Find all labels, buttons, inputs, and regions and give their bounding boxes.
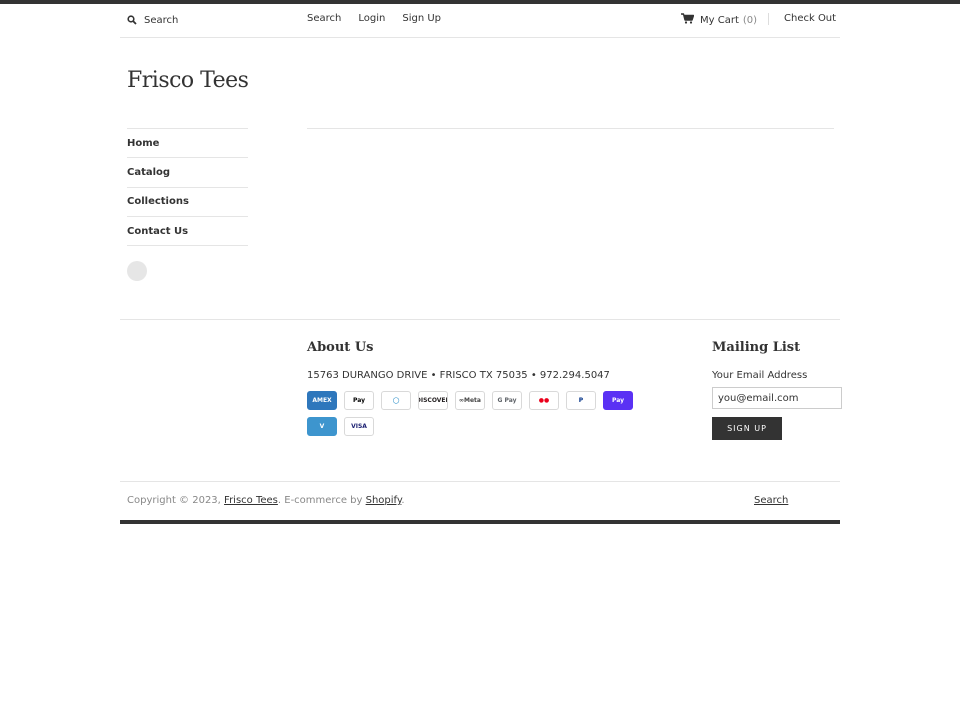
email-label: Your Email Address bbox=[712, 370, 808, 381]
google-pay-icon: G Pay bbox=[492, 391, 522, 410]
login-link[interactable]: Login bbox=[358, 13, 385, 24]
payment-methods: AMEX Pay ◯ DISCOVER ∞Meta G Pay ●● P Pay V VISA bbox=[307, 391, 637, 436]
sidebar-link-collections[interactable]: Collections bbox=[127, 196, 189, 207]
search-icon[interactable] bbox=[127, 15, 137, 25]
header-nav: Search Login Sign Up bbox=[307, 13, 458, 24]
copyright: Copyright © 2023, Frisco Tees. E-commerc… bbox=[127, 495, 405, 506]
visa-icon: VISA bbox=[344, 417, 374, 436]
mailing-list-title: Mailing List bbox=[712, 340, 801, 355]
cart-icon bbox=[681, 13, 695, 27]
checkout-link[interactable]: Check Out bbox=[784, 13, 836, 24]
copyright-store-link[interactable]: Frisco Tees bbox=[224, 495, 278, 506]
shop-pay-icon: Pay bbox=[603, 391, 633, 410]
sidebar-item-catalog: Catalog bbox=[127, 158, 248, 188]
shopify-link[interactable]: Shopify bbox=[366, 495, 402, 506]
sidebar-nav: Home Catalog Collections Contact Us bbox=[127, 128, 248, 247]
diners-club-icon: ◯ bbox=[381, 391, 411, 410]
cart-label: My Cart bbox=[700, 14, 739, 26]
search-input[interactable] bbox=[144, 14, 274, 26]
sidebar-link-catalog[interactable]: Catalog bbox=[127, 167, 170, 178]
email-field[interactable] bbox=[712, 387, 842, 409]
bottom-border-bar bbox=[120, 520, 840, 524]
sidebar-item-contact-us: Contact Us bbox=[127, 217, 248, 247]
venmo-icon: V bbox=[307, 417, 337, 436]
bottom-divider bbox=[120, 481, 840, 482]
amex-icon: AMEX bbox=[307, 391, 337, 410]
sidebar-link-contact-us[interactable]: Contact Us bbox=[127, 226, 188, 237]
store-logo[interactable]: Frisco Tees bbox=[127, 68, 249, 93]
cart-count: (0) bbox=[742, 14, 758, 26]
apple-pay-icon: Pay bbox=[344, 391, 374, 410]
copyright-prefix: Copyright © 2023, bbox=[127, 495, 221, 506]
footer-divider bbox=[120, 319, 840, 320]
content-divider bbox=[307, 128, 834, 129]
meta-pay-icon: ∞Meta bbox=[455, 391, 485, 410]
about-us-title: About Us bbox=[307, 340, 374, 355]
sidebar-link-home[interactable]: Home bbox=[127, 138, 159, 149]
page-wrapper: Search Login Sign Up My Cart (0) Check O… bbox=[120, 4, 842, 524]
signup-link[interactable]: Sign Up bbox=[402, 13, 441, 24]
discover-icon: DISCOVER bbox=[418, 391, 448, 410]
header-divider bbox=[768, 13, 769, 25]
paypal-icon: P bbox=[566, 391, 596, 410]
store-address: 15763 DURANGO DRIVE • FRISCO TX 75035 • … bbox=[307, 370, 610, 381]
search-link[interactable]: Search bbox=[307, 13, 341, 24]
search-form bbox=[127, 12, 287, 28]
sidebar-item-collections: Collections bbox=[127, 188, 248, 217]
copyright-suffix: . bbox=[401, 495, 405, 506]
mastercard-icon: ●● bbox=[529, 391, 559, 410]
sidebar-item-home: Home bbox=[127, 129, 248, 159]
cart-link[interactable]: My Cart (0) bbox=[681, 13, 757, 27]
footer-search-link[interactable]: Search bbox=[754, 495, 788, 506]
header: Search Login Sign Up My Cart (0) Check O… bbox=[120, 4, 840, 38]
copyright-mid: . E-commerce by bbox=[277, 495, 363, 506]
signup-button[interactable]: SIGN UP bbox=[712, 417, 782, 440]
social-icon[interactable] bbox=[127, 261, 147, 281]
